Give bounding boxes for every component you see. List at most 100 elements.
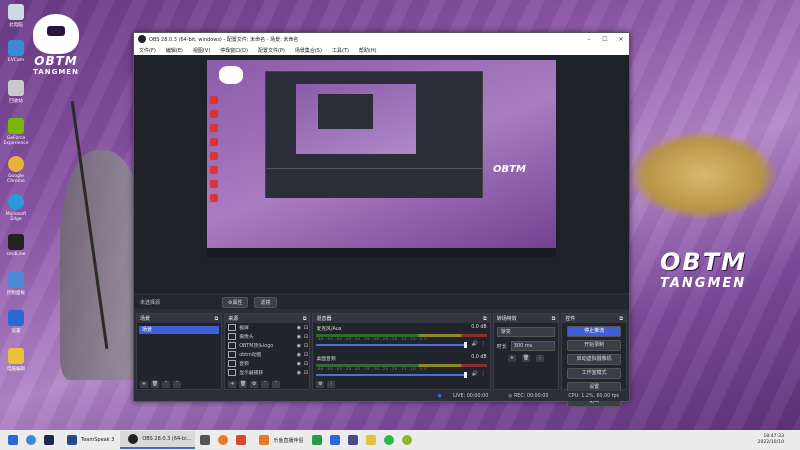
desktop-icon-this-pc[interactable]: 此电脑	[2, 4, 30, 28]
menu-view[interactable]: 视图(V)	[188, 47, 215, 54]
lock-icon[interactable]: ⊡	[302, 343, 309, 349]
move-up-button[interactable]: ˄	[162, 380, 170, 388]
lock-icon[interactable]: ⊡	[302, 352, 309, 358]
remove-source-button[interactable]: 🗑	[239, 380, 248, 388]
desktop-icon-control-panel[interactable]: 控制面板	[2, 272, 30, 296]
menu-profile[interactable]: 配置文件(P)	[253, 47, 290, 54]
undock-icon[interactable]: ⧉	[215, 316, 219, 322]
volume-slider[interactable]: 🔊 ⋮	[316, 341, 486, 348]
desktop-icon-cmdline[interactable]: cmdLine	[2, 234, 30, 257]
preview-area[interactable]: OBTM	[134, 55, 629, 293]
minimize-button[interactable]: –	[581, 36, 597, 43]
desktop-icon-chrome[interactable]: Google Chrome	[2, 156, 30, 184]
app-icon[interactable]	[312, 435, 323, 445]
slider-handle[interactable]	[463, 342, 467, 348]
app-icon[interactable]	[200, 435, 211, 445]
nested-docks	[266, 168, 482, 198]
visibility-eye-icon[interactable]: ◉	[295, 352, 302, 358]
transition-select[interactable]: 渐变	[496, 327, 556, 337]
move-up-button[interactable]: ˄	[261, 380, 270, 388]
lock-icon[interactable]: ⊡	[302, 325, 309, 331]
app-icon[interactable]	[348, 435, 359, 445]
more-options-icon[interactable]: ⋮	[481, 341, 486, 347]
source-item[interactable]: obtm动图 ◉ ⊡	[225, 350, 309, 359]
menu-docks[interactable]: 停靠窗口(D)	[215, 47, 253, 54]
visibility-eye-icon[interactable]: ◉	[295, 343, 302, 349]
app-icon[interactable]	[218, 435, 229, 445]
scene-item[interactable]: 场景	[139, 326, 220, 334]
start-icon[interactable]	[8, 435, 18, 445]
stop-streaming-button[interactable]: 停止推流	[567, 326, 621, 337]
speaker-icon[interactable]: 🔊	[471, 371, 477, 377]
studio-mode-button[interactable]: 工作室模式	[567, 368, 621, 379]
undock-icon[interactable]: ⧉	[619, 316, 623, 322]
system-tray-clock[interactable]: 18:47:33 2022/10/10	[758, 434, 784, 446]
filters-button[interactable]: 滤镜	[254, 296, 277, 308]
move-down-button[interactable]: ˅	[272, 380, 281, 388]
menu-edit[interactable]: 编辑(E)	[161, 47, 188, 54]
more-options-icon[interactable]: ⋮	[481, 371, 486, 377]
undock-icon[interactable]: ⧉	[483, 316, 487, 322]
source-item[interactable]: OBTM顶头logo ◉ ⊡	[225, 341, 309, 350]
undock-icon[interactable]: ⧉	[552, 316, 556, 322]
app-icon[interactable]	[330, 435, 341, 445]
start-virtual-camera-button[interactable]: 启动虚拟摄像机	[567, 354, 621, 365]
terminal-icon	[8, 234, 24, 250]
menu-tools[interactable]: 工具(T)	[327, 47, 354, 54]
add-transition-button[interactable]: +	[508, 355, 517, 362]
remove-transition-button[interactable]: 🗑	[522, 355, 531, 362]
taskbar-app-teamspeak[interactable]: TeamSpeak 3	[59, 432, 118, 448]
app-icon[interactable]	[236, 435, 247, 445]
edge-taskbar-icon[interactable]	[26, 435, 36, 445]
dock-header: 控件 ⧉	[562, 314, 626, 323]
lock-icon[interactable]: ⊡	[302, 370, 309, 376]
remove-scene-button[interactable]: 🗑	[151, 380, 159, 388]
wechat-icon[interactable]	[384, 435, 395, 445]
source-properties-button[interactable]: ⚙	[250, 380, 259, 388]
start-recording-button[interactable]: 开始录制	[567, 340, 621, 351]
mixer-menu-button[interactable]: ⋮	[327, 380, 336, 388]
app-icon[interactable]	[402, 435, 413, 445]
taskbar-app-live-assistant[interactable]: 乐鱼直播伴侣	[251, 432, 307, 448]
visibility-eye-icon[interactable]: ◉	[295, 370, 302, 376]
obs-window[interactable]: OBS 28.0.3 (64-bit, windows) - 配置文件: 未命名…	[133, 32, 630, 407]
volume-slider[interactable]: 🔊 ⋮	[316, 371, 486, 378]
transition-menu-button[interactable]: ⋮	[536, 355, 545, 362]
desktop-icon-recycle-bin[interactable]: 回收站	[2, 80, 30, 104]
add-scene-button[interactable]: +	[140, 380, 148, 388]
maximize-button[interactable]: ☐	[597, 36, 613, 43]
desktop-icon-geforce[interactable]: GeForce Experience	[2, 118, 30, 146]
menu-help[interactable]: 帮助(H)	[354, 47, 382, 54]
source-item[interactable]: 显示器捕获 ◉ ⊡	[225, 368, 309, 377]
visibility-eye-icon[interactable]: ◉	[295, 361, 302, 367]
folder-icon[interactable]	[366, 435, 377, 445]
add-source-button[interactable]: +	[228, 380, 237, 388]
move-down-button[interactable]: ˅	[173, 380, 181, 388]
desktop-icon-folder[interactable]: 电脑编辑	[2, 348, 30, 372]
dock-title: 来源	[228, 316, 239, 322]
menu-scene-collection[interactable]: 场景集合(S)	[290, 47, 327, 54]
duration-input[interactable]: 300 ms	[510, 341, 555, 351]
lock-icon[interactable]: ⊡	[302, 361, 309, 367]
menu-file[interactable]: 文件(F)	[134, 47, 161, 54]
undock-icon[interactable]: ⧉	[303, 316, 307, 322]
source-item[interactable]: 摄像头 ◉ ⊡	[225, 332, 309, 341]
steam-icon[interactable]	[44, 435, 54, 445]
preview-canvas[interactable]: OBTM	[207, 60, 556, 257]
visibility-eye-icon[interactable]: ◉	[295, 325, 302, 331]
desktop-icon-evcam[interactable]: EVCam	[2, 40, 30, 63]
mixer-settings-button[interactable]: ⚙	[316, 380, 325, 388]
slider-handle[interactable]	[463, 372, 467, 378]
desktop-icon-settings[interactable]: 设置	[2, 310, 30, 334]
lock-icon[interactable]: ⊡	[302, 334, 309, 340]
source-item[interactable]: 截屏 ◉ ⊡	[225, 323, 309, 332]
speaker-icon[interactable]: 🔊	[471, 341, 477, 347]
visibility-eye-icon[interactable]: ◉	[295, 334, 302, 340]
properties-button[interactable]: ⚙属性	[222, 296, 249, 308]
taskbar-app-label: 乐鱼直播伴侣	[273, 437, 304, 444]
close-button[interactable]: ✕	[613, 36, 629, 43]
source-item[interactable]: 音频 ◉ ⊡	[225, 359, 309, 368]
desktop-icon-edge[interactable]: Microsoft Edge	[2, 194, 30, 222]
taskbar-app-obs[interactable]: OBS 28.0.3 (64-bi...	[120, 431, 196, 449]
obs-titlebar[interactable]: OBS 28.0.3 (64-bit, windows) - 配置文件: 未命名…	[134, 33, 629, 45]
